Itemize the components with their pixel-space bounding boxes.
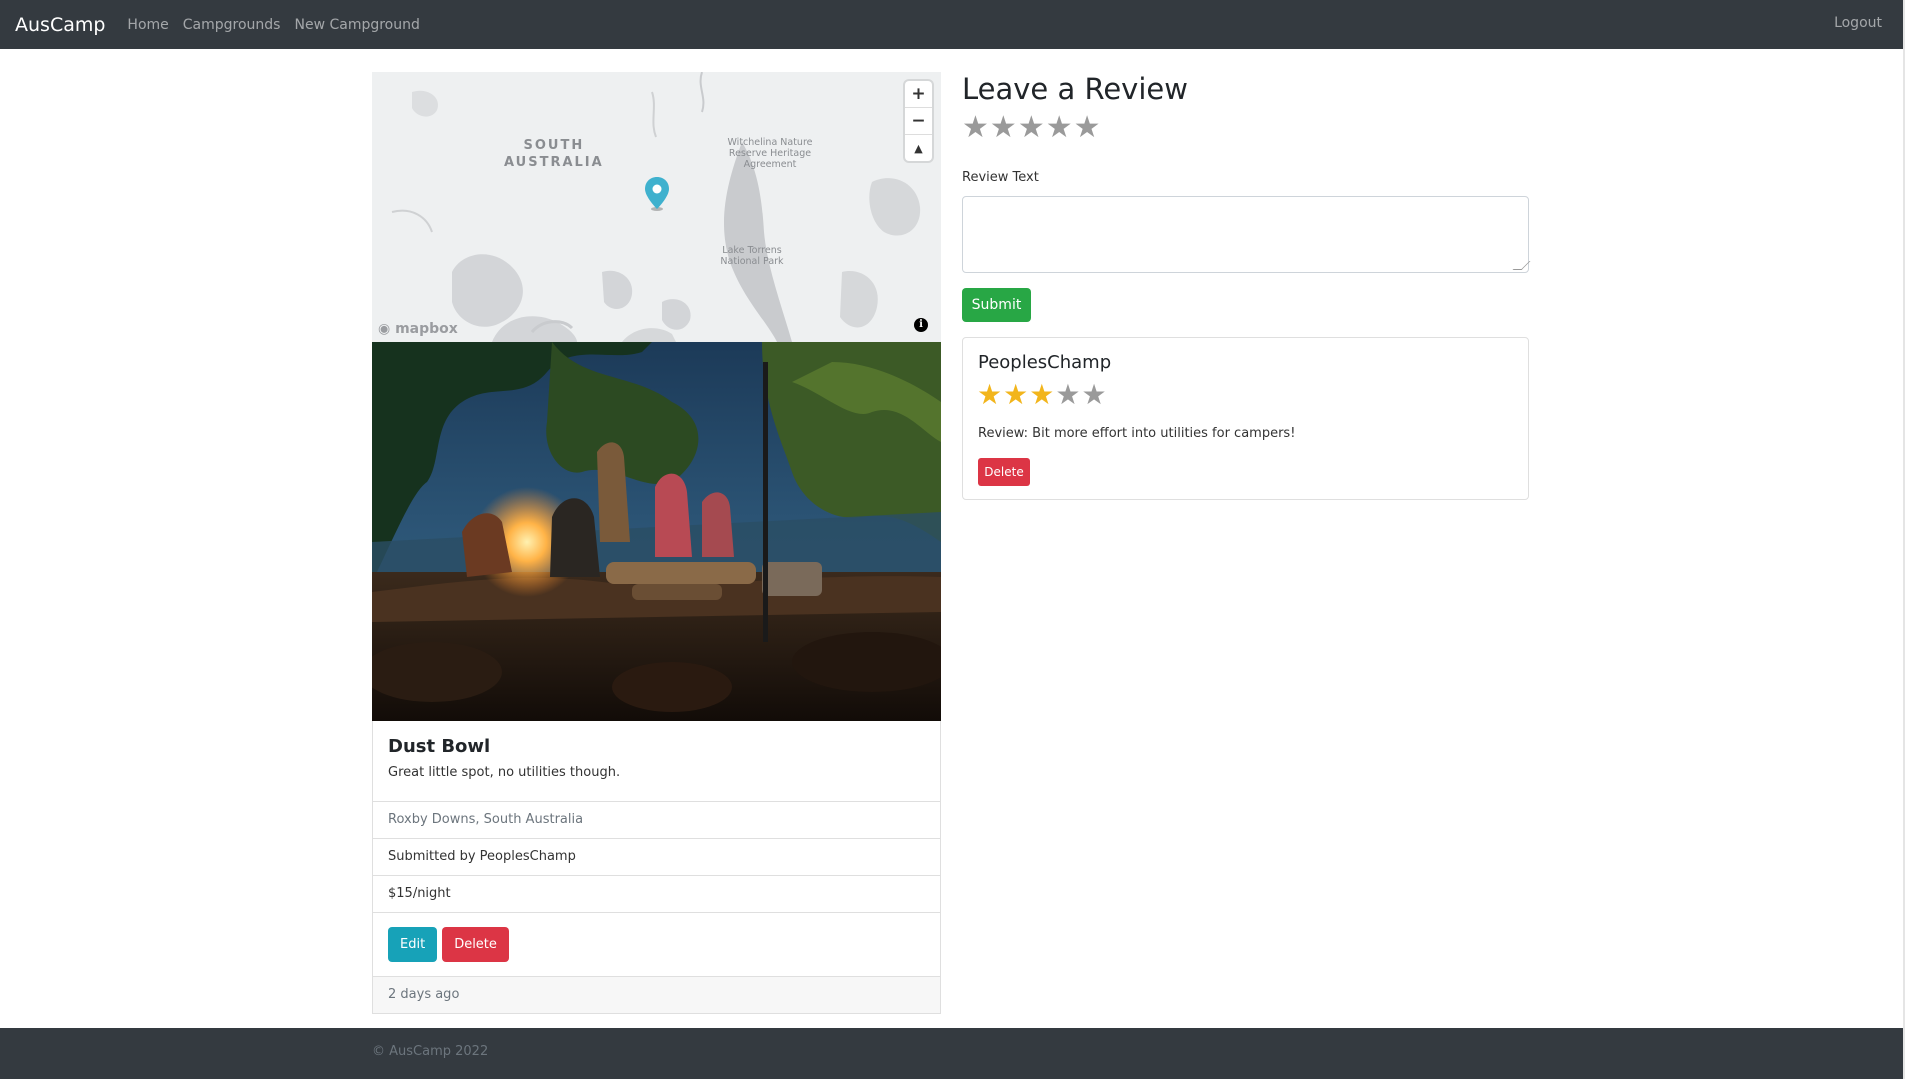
star-filled-icon: ★ [1029,378,1055,411]
rating-star-1-icon[interactable]: ★ [962,113,989,143]
review-text: Review: Bit more effort into utilities f… [978,426,1296,441]
rating-input: ★ ★ ★ ★ ★ [962,113,1101,143]
edit-campground-button[interactable]: Edit [388,927,438,962]
leave-review-heading: Leave a Review [962,72,1188,106]
rating-star-3-icon[interactable]: ★ [1018,113,1045,143]
resize-handle-icon[interactable] [1512,261,1531,270]
zoom-out-button[interactable]: − [905,108,932,135]
review-text-label: Review Text [962,170,1039,185]
page-footer: © AusCamp 2022 [0,1028,1905,1079]
review-author: PeoplesChamp [978,352,1112,373]
campground-photo [372,342,941,721]
campground-map[interactable]: SOUTH AUSTRALIA Witchelina Nature Reserv… [372,72,941,342]
map-poi-label-lake-torrens: Lake Torrens National Park [720,245,784,267]
submit-review-button[interactable]: Submit [962,288,1031,322]
delete-campground-button[interactable]: Delete [442,927,509,962]
star-empty-icon: ★ [1055,378,1081,411]
campground-title: Dust Bowl [388,736,491,757]
review-card: PeoplesChamp ★ ★ ★ ★ ★ Review: Bit more … [962,337,1529,500]
attribution-info-icon[interactable]: i [914,318,928,332]
nav-campgrounds-link[interactable]: Campgrounds [183,17,281,33]
copyright-text: © AusCamp 2022 [372,1044,489,1059]
compass-button[interactable]: ▲ [905,135,932,161]
campground-location: Roxby Downs, South Australia [373,802,940,839]
campground-posted-time: 2 days ago [373,977,940,1013]
brand-link[interactable]: AusCamp [15,14,105,36]
review-text-input[interactable] [962,196,1531,273]
delete-review-button[interactable]: Delete [978,458,1030,486]
map-controls: + − ▲ [905,81,932,161]
campground-actions: Edit Delete [373,913,940,977]
location-pin-icon[interactable] [644,176,670,212]
campground-price: $15/night [373,876,940,913]
nav-home-link[interactable]: Home [127,17,168,33]
map-region-label: SOUTH AUSTRALIA [504,138,604,170]
logout-link[interactable]: Logout [1834,15,1882,31]
star-filled-icon: ★ [1003,378,1029,411]
top-navbar: AusCamp Home Campgrounds New Campground … [0,0,1905,49]
rating-star-5-icon[interactable]: ★ [1074,113,1101,143]
mapbox-logo[interactable]: ◉ mapbox [378,321,458,337]
star-empty-icon: ★ [1081,378,1107,411]
nav-new-campground-link[interactable]: New Campground [294,17,419,33]
campground-author: Submitted by PeoplesChamp [373,839,940,876]
campground-description: Great little spot, no utilities though. [388,765,621,780]
rating-star-4-icon[interactable]: ★ [1046,113,1073,143]
campground-card: Dust Bowl Great little spot, no utilitie… [372,721,941,1014]
review-rating: ★ ★ ★ ★ ★ [977,381,1107,409]
star-filled-icon: ★ [977,378,1003,411]
campground-card-body: Dust Bowl Great little spot, no utilitie… [373,721,940,802]
zoom-in-button[interactable]: + [905,81,932,108]
rating-star-2-icon[interactable]: ★ [990,113,1017,143]
map-poi-label-witchelina: Witchelina Nature Reserve Heritage Agree… [727,137,813,170]
